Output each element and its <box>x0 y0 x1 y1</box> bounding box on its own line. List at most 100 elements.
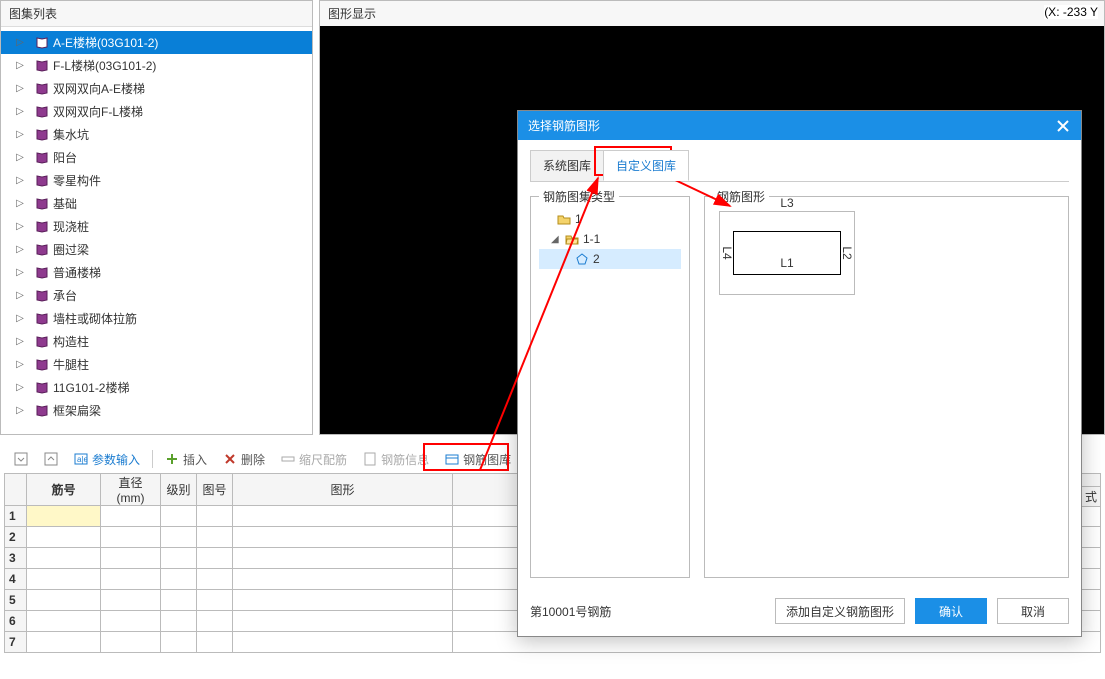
close-icon[interactable] <box>1055 118 1071 134</box>
atlas-tree-item[interactable]: ▷零星构件 <box>1 169 312 192</box>
grid-cell[interactable] <box>197 590 233 611</box>
grid-header-cell[interactable]: 级别 <box>161 474 197 506</box>
tree-node-1-1[interactable]: ◢ 1-1 <box>539 229 681 249</box>
grid-header-cell[interactable]: 图形 <box>233 474 453 506</box>
atlas-tree-item[interactable]: ▷基础 <box>1 192 312 215</box>
atlas-tree-item[interactable]: ▷双网双向F-L楼梯 <box>1 100 312 123</box>
atlas-tree-item[interactable]: ▷构造柱 <box>1 330 312 353</box>
grid-cell[interactable] <box>161 569 197 590</box>
tab-system-library[interactable]: 系统图库 <box>530 150 604 181</box>
ok-button[interactable]: 确认 <box>915 598 987 624</box>
grid-cell[interactable] <box>161 611 197 632</box>
rebar-type-tree[interactable]: 1 ◢ 1-1 2 <box>539 203 681 269</box>
grid-header-cell[interactable]: 图号 <box>197 474 233 506</box>
chevron-right-icon[interactable]: ▷ <box>15 360 25 370</box>
row-header[interactable]: 6 <box>5 611 27 632</box>
atlas-tree-item[interactable]: ▷框架扁梁 <box>1 399 312 422</box>
tree-node-1[interactable]: 1 <box>539 209 681 229</box>
grid-header-cell[interactable]: 直径(mm) <box>101 474 161 506</box>
grid-cell[interactable] <box>197 611 233 632</box>
grid-cell[interactable] <box>197 527 233 548</box>
row-header[interactable]: 7 <box>5 632 27 653</box>
atlas-tree-item[interactable]: ▷牛腿柱 <box>1 353 312 376</box>
chevron-right-icon[interactable]: ▷ <box>15 268 25 278</box>
grid-cell[interactable] <box>161 590 197 611</box>
grid-cell[interactable] <box>161 527 197 548</box>
atlas-tree-item[interactable]: ▷普通楼梯 <box>1 261 312 284</box>
grid-cell[interactable] <box>233 569 453 590</box>
atlas-tree-item[interactable]: ▷现浇桩 <box>1 215 312 238</box>
atlas-tree-item[interactable]: ▷圈过梁 <box>1 238 312 261</box>
grid-header-cell[interactable]: 筋号 <box>27 474 101 506</box>
tab-custom-library[interactable]: 自定义图库 <box>603 150 689 181</box>
chevron-right-icon[interactable]: ▷ <box>15 383 25 393</box>
tree-node-2[interactable]: 2 <box>539 249 681 269</box>
grid-cell[interactable] <box>101 569 161 590</box>
rebar-info-button[interactable]: 钢筋信息 <box>357 448 435 470</box>
expand-icon[interactable] <box>38 448 64 470</box>
grid-cell[interactable] <box>197 548 233 569</box>
atlas-tree-item[interactable]: ▷双网双向A-E楼梯 <box>1 77 312 100</box>
grid-cell[interactable] <box>161 632 197 653</box>
rebar-shape-preview[interactable]: L3 L1 L4 L2 <box>719 211 855 295</box>
atlas-tree-item[interactable]: ▷A-E楼梯(03G101-2) <box>1 31 312 54</box>
atlas-tree-item[interactable]: ▷F-L楼梯(03G101-2) <box>1 54 312 77</box>
chevron-right-icon[interactable]: ▷ <box>15 107 25 117</box>
grid-cell[interactable] <box>233 590 453 611</box>
chevron-right-icon[interactable]: ▷ <box>15 222 25 232</box>
grid-cell[interactable] <box>233 527 453 548</box>
chevron-right-icon[interactable]: ▷ <box>15 84 25 94</box>
param-input-button[interactable]: a|e 参数输入 <box>68 448 146 470</box>
row-header[interactable]: 1 <box>5 506 27 527</box>
chevron-right-icon[interactable]: ▷ <box>15 38 25 48</box>
grid-cell[interactable] <box>161 548 197 569</box>
grid-cell[interactable] <box>161 506 197 527</box>
chevron-right-icon[interactable]: ▷ <box>15 199 25 209</box>
grid-cell[interactable] <box>101 527 161 548</box>
row-header[interactable]: 3 <box>5 548 27 569</box>
atlas-tree[interactable]: ▷A-E楼梯(03G101-2)▷F-L楼梯(03G101-2)▷双网双向A-E… <box>1 27 312 434</box>
row-header[interactable]: 2 <box>5 527 27 548</box>
atlas-tree-item[interactable]: ▷阳台 <box>1 146 312 169</box>
grid-cell[interactable] <box>27 569 101 590</box>
grid-cell[interactable] <box>197 632 233 653</box>
grid-cell[interactable] <box>233 632 453 653</box>
grid-cell[interactable] <box>27 590 101 611</box>
chevron-right-icon[interactable]: ▷ <box>15 153 25 163</box>
grid-cell[interactable] <box>101 506 161 527</box>
scale-button[interactable]: 缩尺配筋 <box>275 448 353 470</box>
grid-cell[interactable] <box>27 506 101 527</box>
atlas-tree-item[interactable]: ▷集水坑 <box>1 123 312 146</box>
chevron-right-icon[interactable]: ▷ <box>15 61 25 71</box>
atlas-tree-item[interactable]: ▷墙柱或砌体拉筋 <box>1 307 312 330</box>
grid-cell[interactable] <box>27 632 101 653</box>
grid-cell[interactable] <box>27 548 101 569</box>
grid-cell[interactable] <box>197 569 233 590</box>
chevron-right-icon[interactable]: ▷ <box>15 337 25 347</box>
insert-button[interactable]: 插入 <box>159 448 213 470</box>
chevron-right-icon[interactable]: ▷ <box>15 245 25 255</box>
dialog-titlebar[interactable]: 选择钢筋图形 <box>518 111 1081 140</box>
grid-cell[interactable] <box>233 506 453 527</box>
chevron-right-icon[interactable]: ▷ <box>15 314 25 324</box>
atlas-tree-item[interactable]: ▷11G101-2楼梯 <box>1 376 312 399</box>
chevron-right-icon[interactable]: ▷ <box>15 130 25 140</box>
grid-cell[interactable] <box>101 590 161 611</box>
add-custom-shape-button[interactable]: 添加自定义钢筋图形 <box>775 598 905 624</box>
collapse-icon[interactable] <box>8 448 34 470</box>
grid-cell[interactable] <box>233 611 453 632</box>
row-header[interactable]: 5 <box>5 590 27 611</box>
delete-button[interactable]: 删除 <box>217 448 271 470</box>
grid-cell[interactable] <box>27 611 101 632</box>
rebar-library-button[interactable]: 钢筋图库 <box>439 448 517 470</box>
grid-cell[interactable] <box>197 506 233 527</box>
chevron-right-icon[interactable]: ▷ <box>15 291 25 301</box>
row-header[interactable]: 4 <box>5 569 27 590</box>
grid-cell[interactable] <box>27 527 101 548</box>
chevron-right-icon[interactable]: ▷ <box>15 176 25 186</box>
cancel-button[interactable]: 取消 <box>997 598 1069 624</box>
grid-cell[interactable] <box>101 632 161 653</box>
grid-cell[interactable] <box>101 611 161 632</box>
grid-cell[interactable] <box>233 548 453 569</box>
chevron-right-icon[interactable]: ▷ <box>15 406 25 416</box>
